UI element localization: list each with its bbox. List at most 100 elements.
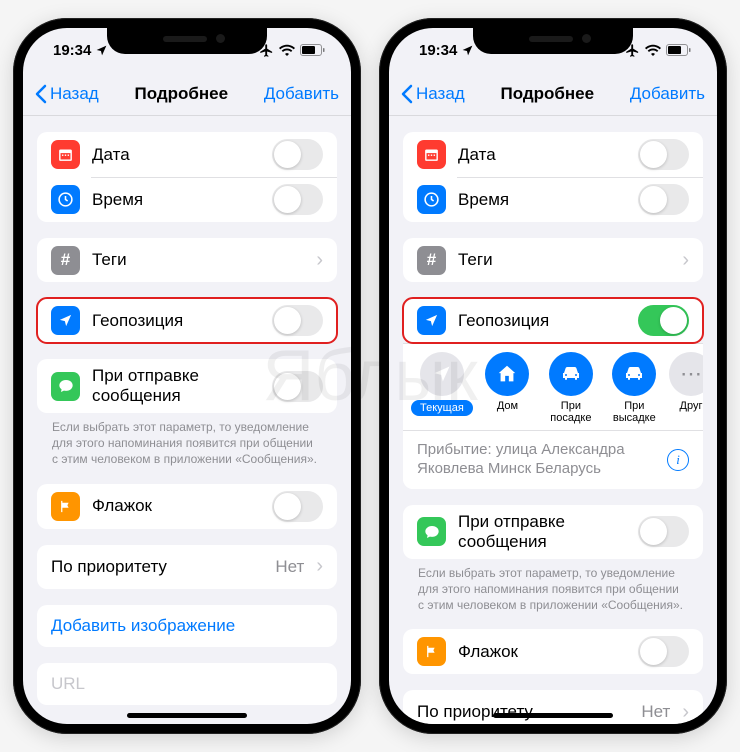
location-option-label: При посадке bbox=[542, 400, 599, 424]
location-option-other[interactable]: ⋯ Друг bbox=[669, 352, 703, 424]
car-icon bbox=[549, 352, 593, 396]
nav-bar: Назад Подробнее Добавить bbox=[23, 72, 351, 116]
calendar-icon bbox=[417, 140, 446, 169]
status-time: 19:34 bbox=[53, 42, 91, 59]
location-toggle[interactable] bbox=[272, 305, 323, 336]
location-option-label: Дом bbox=[497, 400, 518, 412]
calendar-icon bbox=[51, 140, 80, 169]
url-input[interactable]: URL bbox=[37, 663, 337, 705]
date-toggle[interactable] bbox=[638, 139, 689, 170]
time-toggle[interactable] bbox=[638, 184, 689, 215]
priority-label: По приоритету bbox=[51, 557, 263, 577]
date-label: Дата bbox=[92, 145, 260, 165]
date-toggle[interactable] bbox=[272, 139, 323, 170]
message-icon bbox=[417, 517, 446, 546]
priority-row[interactable]: По приоритету Нет › bbox=[37, 545, 337, 589]
on-message-toggle[interactable] bbox=[272, 371, 323, 402]
date-row[interactable]: Дата bbox=[37, 132, 337, 177]
time-toggle[interactable] bbox=[272, 184, 323, 215]
date-row[interactable]: Дата bbox=[403, 132, 703, 177]
home-indicator bbox=[493, 713, 613, 718]
chevron-left-icon bbox=[401, 84, 413, 104]
location-option-label: Текущая bbox=[411, 400, 473, 416]
time-row[interactable]: Время bbox=[403, 177, 703, 222]
add-image-row[interactable]: Добавить изображение bbox=[37, 605, 337, 647]
flag-row[interactable]: Флажок bbox=[37, 484, 337, 529]
location-icon bbox=[51, 306, 80, 335]
flag-toggle[interactable] bbox=[272, 491, 323, 522]
tags-label: Теги bbox=[458, 250, 670, 270]
info-icon[interactable]: i bbox=[667, 449, 689, 471]
location-toggle[interactable] bbox=[638, 305, 689, 336]
location-row[interactable]: Геопозиция bbox=[37, 298, 337, 343]
back-button[interactable]: Назад bbox=[35, 84, 99, 104]
time-row[interactable]: Время bbox=[37, 177, 337, 222]
date-label: Дата bbox=[458, 145, 626, 165]
priority-value: Нет bbox=[641, 702, 670, 722]
chevron-right-icon: › bbox=[682, 249, 689, 272]
notch bbox=[107, 28, 267, 54]
wifi-icon bbox=[279, 44, 295, 56]
location-option-label: Друг bbox=[680, 400, 703, 412]
on-message-row[interactable]: При отправке сообщения bbox=[403, 505, 703, 559]
hash-icon: # bbox=[51, 246, 80, 275]
chevron-right-icon: › bbox=[316, 249, 323, 272]
location-label: Геопозиция bbox=[458, 311, 626, 331]
location-arrow-icon bbox=[461, 44, 474, 57]
message-footnote: Если выбрать этот параметр, то уведомлен… bbox=[403, 559, 703, 614]
battery-icon bbox=[666, 44, 691, 56]
location-options-strip[interactable]: Текущая Дом При посадке bbox=[403, 343, 703, 430]
notch bbox=[473, 28, 633, 54]
tags-row[interactable]: # Теги › bbox=[37, 238, 337, 282]
battery-icon bbox=[300, 44, 325, 56]
time-label: Время bbox=[458, 190, 626, 210]
time-label: Время bbox=[92, 190, 260, 210]
chevron-left-icon bbox=[35, 84, 47, 104]
nav-title: Подробнее bbox=[134, 84, 228, 104]
tags-row[interactable]: # Теги › bbox=[403, 238, 703, 282]
arrival-text: Прибытие: улица Александра Яковлева Минс… bbox=[417, 441, 657, 479]
location-option-get-out[interactable]: При высадке bbox=[606, 352, 663, 424]
message-footnote: Если выбрать этот параметр, то уведомлен… bbox=[37, 413, 337, 468]
flag-label: Флажок bbox=[458, 642, 626, 662]
chevron-right-icon: › bbox=[682, 701, 689, 724]
home-icon bbox=[485, 352, 529, 396]
on-message-toggle[interactable] bbox=[638, 516, 689, 547]
location-row[interactable]: Геопозиция bbox=[403, 298, 703, 343]
on-message-label: При отправке сообщения bbox=[92, 366, 260, 406]
content: Дата Время # Теги › bbox=[23, 116, 351, 724]
flag-icon bbox=[51, 492, 80, 521]
location-arrow-icon bbox=[95, 44, 108, 57]
back-label: Назад bbox=[416, 84, 465, 104]
location-option-label: При высадке bbox=[606, 400, 663, 424]
more-icon: ⋯ bbox=[669, 352, 703, 396]
flag-label: Флажок bbox=[92, 496, 260, 516]
location-label: Геопозиция bbox=[92, 311, 260, 331]
add-button[interactable]: Добавить bbox=[264, 84, 339, 104]
add-button[interactable]: Добавить bbox=[630, 84, 705, 104]
wifi-icon bbox=[645, 44, 661, 56]
car-icon bbox=[612, 352, 656, 396]
hash-icon: # bbox=[417, 246, 446, 275]
location-option-get-in[interactable]: При посадке bbox=[542, 352, 599, 424]
location-option-current[interactable]: Текущая bbox=[411, 352, 473, 424]
nav-title: Подробнее bbox=[500, 84, 594, 104]
flag-row[interactable]: Флажок bbox=[403, 629, 703, 674]
back-button[interactable]: Назад bbox=[401, 84, 465, 104]
clock-icon bbox=[417, 185, 446, 214]
location-option-home[interactable]: Дом bbox=[479, 352, 536, 424]
priority-row[interactable]: По приоритету Нет › bbox=[403, 690, 703, 724]
location-arrow-icon bbox=[420, 352, 464, 396]
arrival-row[interactable]: Прибытие: улица Александра Яковлева Минс… bbox=[403, 430, 703, 489]
on-message-row[interactable]: При отправке сообщения bbox=[37, 359, 337, 413]
flag-toggle[interactable] bbox=[638, 636, 689, 667]
back-label: Назад bbox=[50, 84, 99, 104]
location-icon bbox=[417, 306, 446, 335]
status-time: 19:34 bbox=[419, 42, 457, 59]
flag-icon bbox=[417, 637, 446, 666]
tags-label: Теги bbox=[92, 250, 304, 270]
on-message-label: При отправке сообщения bbox=[458, 512, 626, 552]
clock-icon bbox=[51, 185, 80, 214]
priority-value: Нет bbox=[275, 557, 304, 577]
chevron-right-icon: › bbox=[316, 555, 323, 578]
